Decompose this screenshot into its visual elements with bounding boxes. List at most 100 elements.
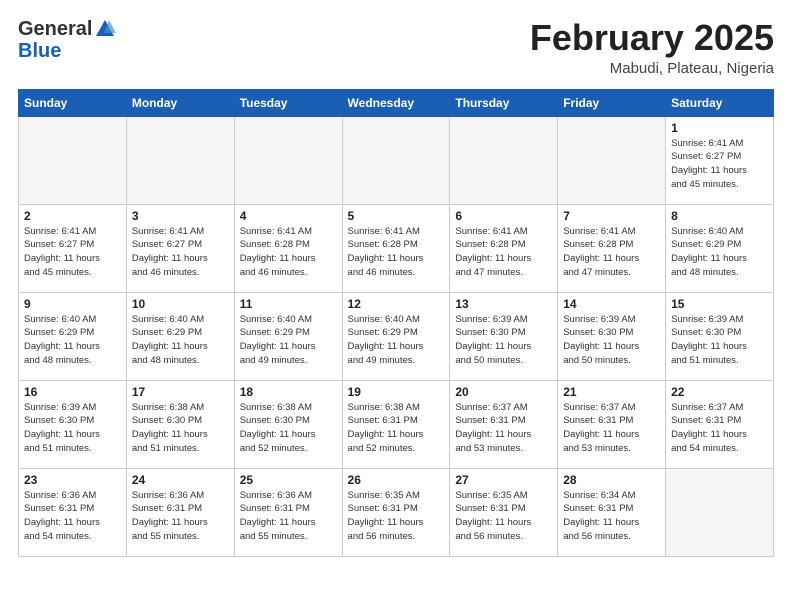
calendar-cell: 26 Sunrise: 6:35 AM Sunset: 6:31 PM Dayli…	[342, 468, 450, 556]
day-info: Sunrise: 6:35 AM Sunset: 6:31 PM Dayligh…	[455, 489, 552, 544]
day-info: Sunrise: 6:41 AM Sunset: 6:27 PM Dayligh…	[671, 137, 768, 192]
calendar-cell: 8Sunrise: 6:40 AM Sunset: 6:29 PM Daylig…	[666, 204, 774, 292]
day-number: 20	[455, 385, 552, 399]
day-info: Sunrise: 6:41 AM Sunset: 6:27 PM Dayligh…	[24, 225, 121, 280]
day-number: 28	[563, 473, 660, 487]
day-number: 4	[240, 209, 337, 223]
calendar-cell	[19, 116, 127, 204]
day-number: 16	[24, 385, 121, 399]
calendar-cell: 3Sunrise: 6:41 AM Sunset: 6:27 PM Daylig…	[126, 204, 234, 292]
calendar-cell: 16 Sunrise: 6:39 AM Sunset: 6:30 PM Dayli…	[19, 380, 127, 468]
day-number: 18	[240, 385, 337, 399]
calendar-cell: 22 Sunrise: 6:37 AM Sunset: 6:31 PM Dayli…	[666, 380, 774, 468]
title-block: February 2025 Mabudi, Plateau, Nigeria	[530, 18, 774, 77]
day-number: 11	[240, 297, 337, 311]
calendar-cell: 17Sunrise: 6:38 AM Sunset: 6:30 PM Dayli…	[126, 380, 234, 468]
day-number: 14	[563, 297, 660, 311]
header: General Blue February 2025 Mabudi, Plate…	[18, 18, 774, 77]
day-number: 24	[132, 473, 229, 487]
week-row-4: 16 Sunrise: 6:39 AM Sunset: 6:30 PM Dayli…	[19, 380, 774, 468]
calendar-cell: 12Sunrise: 6:40 AM Sunset: 6:29 PM Dayli…	[342, 292, 450, 380]
week-row-1: 1 Sunrise: 6:41 AM Sunset: 6:27 PM Daylig…	[19, 116, 774, 204]
logo: General Blue	[18, 18, 116, 62]
day-number: 5	[348, 209, 445, 223]
calendar-cell: 5Sunrise: 6:41 AM Sunset: 6:28 PM Daylig…	[342, 204, 450, 292]
calendar-cell: 19 Sunrise: 6:38 AM Sunset: 6:31 PM Dayli…	[342, 380, 450, 468]
day-info: Sunrise: 6:41 AM Sunset: 6:27 PM Dayligh…	[132, 225, 229, 280]
day-info: Sunrise: 6:37 AM Sunset: 6:31 PM Dayligh…	[671, 401, 768, 456]
day-number: 10	[132, 297, 229, 311]
calendar-cell	[126, 116, 234, 204]
day-info: Sunrise: 6:39 AM Sunset: 6:30 PM Dayligh…	[24, 401, 121, 456]
calendar-table: SundayMondayTuesdayWednesdayThursdayFrid…	[18, 89, 774, 557]
day-info: Sunrise: 6:40 AM Sunset: 6:29 PM Dayligh…	[132, 313, 229, 368]
calendar-cell: 24 Sunrise: 6:36 AM Sunset: 6:31 PM Dayli…	[126, 468, 234, 556]
day-number: 23	[24, 473, 121, 487]
day-info: Sunrise: 6:41 AM Sunset: 6:28 PM Dayligh…	[455, 225, 552, 280]
day-info: Sunrise: 6:37 AM Sunset: 6:31 PM Dayligh…	[563, 401, 660, 456]
calendar-cell: 15 Sunrise: 6:39 AM Sunset: 6:30 PM Dayli…	[666, 292, 774, 380]
calendar-cell: 10 Sunrise: 6:40 AM Sunset: 6:29 PM Dayli…	[126, 292, 234, 380]
calendar-cell	[558, 116, 666, 204]
page: General Blue February 2025 Mabudi, Plate…	[0, 0, 792, 567]
day-info: Sunrise: 6:36 AM Sunset: 6:31 PM Dayligh…	[240, 489, 337, 544]
calendar-cell: 13Sunrise: 6:39 AM Sunset: 6:30 PM Dayli…	[450, 292, 558, 380]
day-header-sunday: Sunday	[19, 89, 127, 116]
day-info: Sunrise: 6:36 AM Sunset: 6:31 PM Dayligh…	[24, 489, 121, 544]
day-info: Sunrise: 6:35 AM Sunset: 6:31 PM Dayligh…	[348, 489, 445, 544]
day-number: 12	[348, 297, 445, 311]
calendar-cell: 28 Sunrise: 6:34 AM Sunset: 6:31 PM Dayli…	[558, 468, 666, 556]
day-number: 1	[671, 121, 768, 135]
calendar-cell: 6Sunrise: 6:41 AM Sunset: 6:28 PM Daylig…	[450, 204, 558, 292]
day-header-friday: Friday	[558, 89, 666, 116]
day-number: 22	[671, 385, 768, 399]
calendar-cell: 18 Sunrise: 6:38 AM Sunset: 6:30 PM Dayli…	[234, 380, 342, 468]
day-number: 7	[563, 209, 660, 223]
day-number: 15	[671, 297, 768, 311]
calendar-cell: 20 Sunrise: 6:37 AM Sunset: 6:31 PM Dayli…	[450, 380, 558, 468]
day-number: 26	[348, 473, 445, 487]
day-info: Sunrise: 6:38 AM Sunset: 6:31 PM Dayligh…	[348, 401, 445, 456]
month-title: February 2025	[530, 18, 774, 58]
calendar-cell: 25 Sunrise: 6:36 AM Sunset: 6:31 PM Dayli…	[234, 468, 342, 556]
calendar-cell: 4 Sunrise: 6:41 AM Sunset: 6:28 PM Daylig…	[234, 204, 342, 292]
day-info: Sunrise: 6:39 AM Sunset: 6:30 PM Dayligh…	[671, 313, 768, 368]
day-header-thursday: Thursday	[450, 89, 558, 116]
day-info: Sunrise: 6:40 AM Sunset: 6:29 PM Dayligh…	[24, 313, 121, 368]
calendar-cell: 7Sunrise: 6:41 AM Sunset: 6:28 PM Daylig…	[558, 204, 666, 292]
logo-icon	[94, 18, 116, 40]
day-number: 27	[455, 473, 552, 487]
day-number: 19	[348, 385, 445, 399]
calendar-cell	[342, 116, 450, 204]
day-number: 21	[563, 385, 660, 399]
week-row-5: 23 Sunrise: 6:36 AM Sunset: 6:31 PM Dayli…	[19, 468, 774, 556]
logo-blue-text: Blue	[18, 40, 116, 62]
calendar-cell: 2 Sunrise: 6:41 AM Sunset: 6:27 PM Daylig…	[19, 204, 127, 292]
day-header-saturday: Saturday	[666, 89, 774, 116]
day-header-monday: Monday	[126, 89, 234, 116]
calendar-cell: 21 Sunrise: 6:37 AM Sunset: 6:31 PM Dayli…	[558, 380, 666, 468]
day-number: 2	[24, 209, 121, 223]
week-row-2: 2 Sunrise: 6:41 AM Sunset: 6:27 PM Daylig…	[19, 204, 774, 292]
calendar-cell: 11 Sunrise: 6:40 AM Sunset: 6:29 PM Dayli…	[234, 292, 342, 380]
day-header-wednesday: Wednesday	[342, 89, 450, 116]
day-info: Sunrise: 6:37 AM Sunset: 6:31 PM Dayligh…	[455, 401, 552, 456]
calendar-cell: 14Sunrise: 6:39 AM Sunset: 6:30 PM Dayli…	[558, 292, 666, 380]
day-number: 9	[24, 297, 121, 311]
day-info: Sunrise: 6:36 AM Sunset: 6:31 PM Dayligh…	[132, 489, 229, 544]
day-info: Sunrise: 6:41 AM Sunset: 6:28 PM Dayligh…	[240, 225, 337, 280]
day-number: 17	[132, 385, 229, 399]
calendar-cell: 1 Sunrise: 6:41 AM Sunset: 6:27 PM Daylig…	[666, 116, 774, 204]
logo-general-text: General	[18, 18, 92, 40]
week-row-3: 9 Sunrise: 6:40 AM Sunset: 6:29 PM Daylig…	[19, 292, 774, 380]
day-info: Sunrise: 6:40 AM Sunset: 6:29 PM Dayligh…	[671, 225, 768, 280]
day-info: Sunrise: 6:38 AM Sunset: 6:30 PM Dayligh…	[240, 401, 337, 456]
calendar-cell	[234, 116, 342, 204]
day-info: Sunrise: 6:40 AM Sunset: 6:29 PM Dayligh…	[240, 313, 337, 368]
day-info: Sunrise: 6:34 AM Sunset: 6:31 PM Dayligh…	[563, 489, 660, 544]
calendar-cell	[450, 116, 558, 204]
location-title: Mabudi, Plateau, Nigeria	[530, 60, 774, 77]
day-number: 25	[240, 473, 337, 487]
day-header-tuesday: Tuesday	[234, 89, 342, 116]
calendar-cell: 9 Sunrise: 6:40 AM Sunset: 6:29 PM Daylig…	[19, 292, 127, 380]
